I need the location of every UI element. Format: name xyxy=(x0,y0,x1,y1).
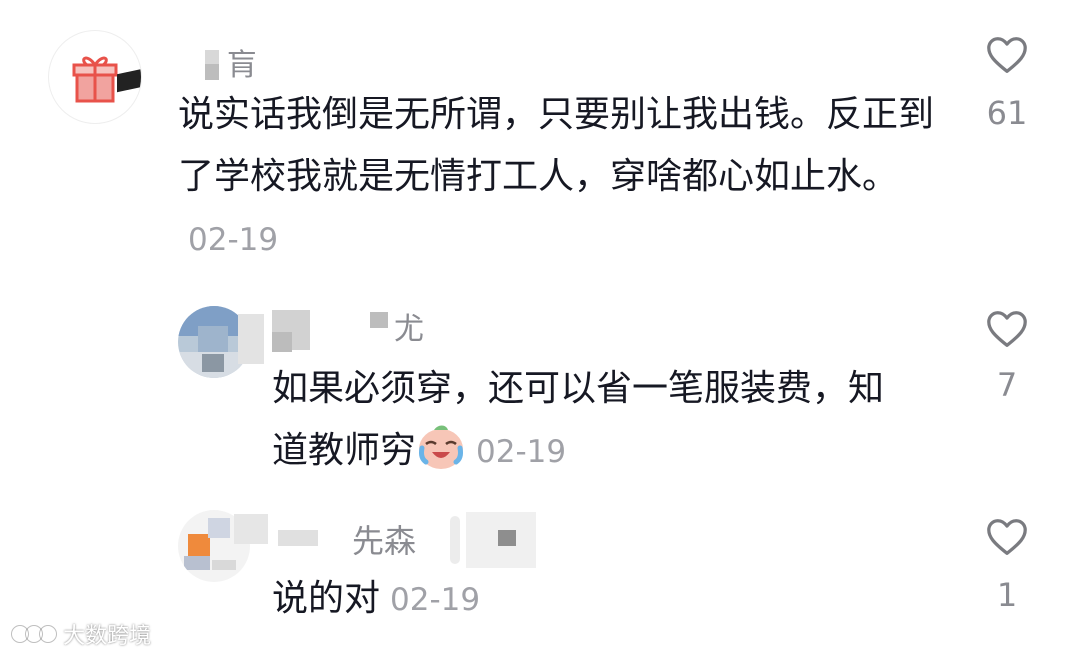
watermark-logo-icon xyxy=(11,625,57,643)
watermark: 大数跨境 xyxy=(10,618,151,652)
username[interactable]: 尤 xyxy=(394,304,424,348)
comment-text: 如果必须穿，还可以省一笔服装费，知道教师穷 02-19 xyxy=(272,368,885,471)
like-count: 61 xyxy=(986,94,1028,132)
heart-icon xyxy=(987,519,1027,555)
reply-item: 先森 说的对 02-19 1 xyxy=(0,490,1080,656)
heart-icon xyxy=(987,311,1027,347)
like-button[interactable] xyxy=(984,306,1030,356)
like-button[interactable] xyxy=(984,514,1030,564)
like-button[interactable] xyxy=(984,32,1030,82)
watermark-text: 大数跨境 xyxy=(63,624,152,649)
username[interactable]: 先森 xyxy=(352,516,416,562)
comment-date: 02-19 xyxy=(188,222,279,258)
comment-text: 说实话我倒是无所谓，只要别让我出钱。反正到了学校我就是无情打工人，穿啥都心如止水… xyxy=(178,94,935,258)
comment-text: 说的对 02-19 xyxy=(272,578,481,619)
crying-laughing-emoji-icon xyxy=(419,425,464,469)
reply-item: 尤 如果必须穿，还可以省一笔服装费，知道教师穷 02-19 7 xyxy=(0,290,1080,490)
username: 肓 xyxy=(227,48,257,83)
heart-icon xyxy=(987,37,1027,73)
like-count: 7 xyxy=(996,366,1018,404)
comment-date: 02-19 xyxy=(476,434,567,470)
comment-date: 02-19 xyxy=(390,582,481,618)
avatar[interactable] xyxy=(48,30,142,124)
comment-item: 肓 说实话我倒是无所谓，只要别让我出钱。反正到了学校我就是无情打工人，穿啥都心如… xyxy=(0,0,1080,290)
like-count: 1 xyxy=(996,576,1018,614)
username-redacted[interactable]: 肓 xyxy=(205,44,265,84)
